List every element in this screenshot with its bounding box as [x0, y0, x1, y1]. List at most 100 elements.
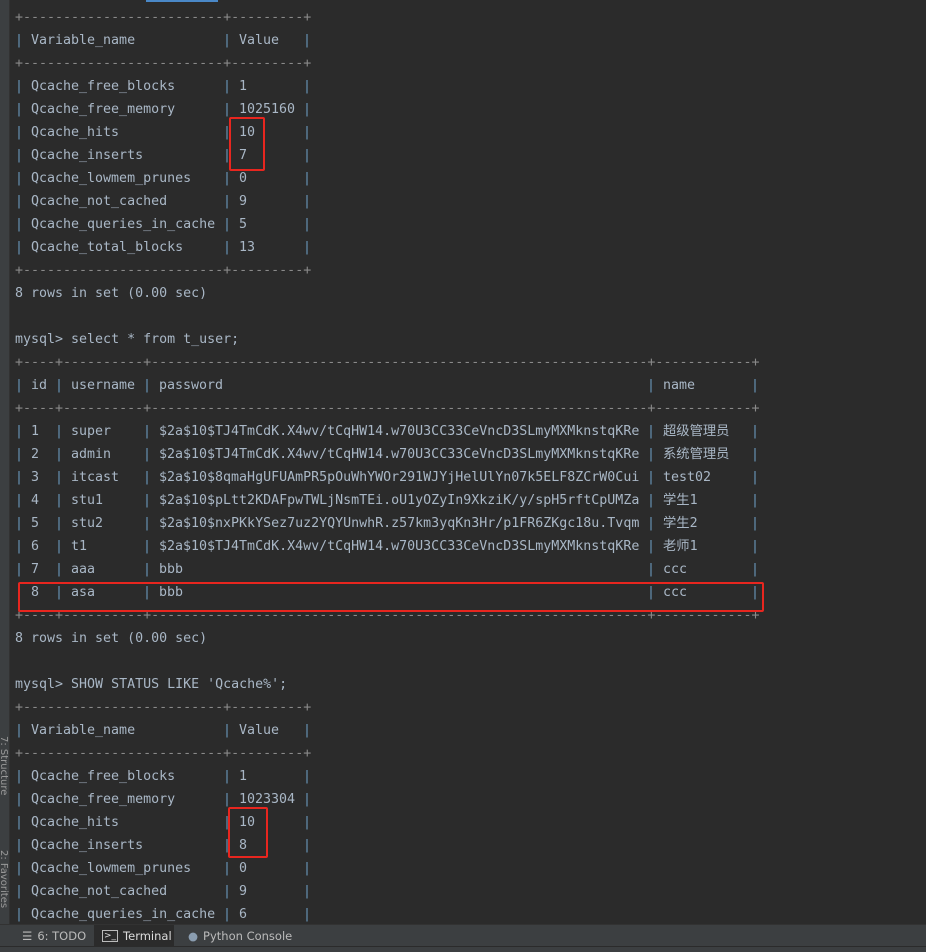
- table-cell: $2a$10$pLtt2KDAFpwTWLjNsmTEi.oU1yOZyIn9X…: [159, 493, 640, 508]
- column-separator: |: [223, 769, 232, 784]
- table-cell: name: [663, 378, 696, 393]
- column-separator: |: [15, 148, 24, 163]
- table-cell: username: [71, 378, 136, 393]
- column-separator: |: [143, 378, 152, 393]
- column-separator: |: [15, 769, 24, 784]
- column-separator: |: [55, 424, 64, 439]
- column-separator: |: [303, 102, 312, 117]
- column-separator: |: [751, 424, 760, 439]
- table-cell: 5: [31, 516, 40, 531]
- column-separator: |: [647, 539, 656, 554]
- table-cell: ccc: [663, 562, 688, 577]
- table-cell: t1: [71, 539, 88, 554]
- result-summary: 8 rows in set (0.00 sec): [15, 286, 208, 301]
- table-cell: Qcache_inserts: [31, 838, 144, 853]
- column-separator: |: [303, 723, 312, 738]
- column-separator: |: [15, 516, 24, 531]
- table-cell: 7: [31, 562, 40, 577]
- table-cell: Qcache_free_blocks: [31, 79, 176, 94]
- table-border: +----+----------+-----------------------…: [15, 397, 760, 420]
- favorites-tab[interactable]: 2: Favorites: [0, 850, 9, 908]
- table-cell: 9: [239, 884, 248, 899]
- column-separator: |: [223, 723, 232, 738]
- terminal-tab[interactable]: >_ Terminal: [94, 925, 174, 947]
- column-separator: |: [15, 102, 24, 117]
- table-border: +-------------------------+---------+: [15, 742, 311, 765]
- column-separator: |: [751, 493, 760, 508]
- table-cell: Value: [239, 33, 280, 48]
- table-cell: 学生2: [663, 516, 698, 531]
- column-separator: |: [647, 562, 656, 577]
- table-cell: stu2: [71, 516, 104, 531]
- column-separator: |: [303, 171, 312, 186]
- column-separator: |: [143, 493, 152, 508]
- column-separator: |: [303, 194, 312, 209]
- table-cell: Qcache_queries_in_cache: [31, 907, 216, 922]
- column-separator: |: [15, 723, 24, 738]
- column-separator: |: [303, 240, 312, 255]
- terminal-icon: >_: [102, 930, 119, 942]
- column-separator: |: [303, 861, 312, 876]
- border-line: +-------------------------+---------+: [15, 56, 312, 71]
- table-cell: 4: [31, 493, 40, 508]
- highlight-box-row-8: [18, 582, 764, 612]
- table-cell: 1: [239, 769, 248, 784]
- column-separator: |: [303, 884, 312, 899]
- table-cell: 超级管理员: [663, 424, 730, 439]
- column-separator: |: [751, 447, 760, 462]
- command-line: mysql> select * from t_user;: [15, 332, 240, 347]
- border-line: +----+----------+-----------------------…: [15, 401, 760, 416]
- column-separator: |: [143, 539, 152, 554]
- column-separator: |: [303, 792, 312, 807]
- column-separator: |: [15, 194, 24, 209]
- column-separator: |: [223, 33, 232, 48]
- column-separator: |: [55, 493, 64, 508]
- table-cell: Qcache_lowmem_prunes: [31, 861, 192, 876]
- column-separator: |: [15, 493, 24, 508]
- status-bar: [0, 946, 926, 952]
- table-cell: $2a$10$nxPKkYSez7uz2YQYUnwhR.z57km3yqKn3…: [159, 516, 640, 531]
- column-separator: |: [303, 815, 312, 830]
- table-cell: Qcache_not_cached: [31, 194, 168, 209]
- terminal-tab-label: Terminal: [123, 929, 172, 943]
- todo-tab[interactable]: ☰ 6: TODO: [14, 925, 94, 947]
- column-separator: |: [15, 907, 24, 922]
- list-icon: ☰: [22, 929, 33, 943]
- border-line: +-------------------------+---------+: [15, 746, 312, 761]
- border-line: +-------------------------+---------+: [15, 700, 312, 715]
- table-cell: $2a$10$TJ4TmCdK.X4wv/tCqHW14.w70U3CC33Ce…: [159, 539, 640, 554]
- column-separator: |: [15, 838, 24, 853]
- table-cell: admin: [71, 447, 112, 462]
- table-cell: Variable_name: [31, 723, 136, 738]
- column-separator: |: [55, 470, 64, 485]
- table-cell: id: [31, 378, 48, 393]
- table-cell: 9: [239, 194, 248, 209]
- structure-tab[interactable]: 7: Structure: [0, 736, 9, 795]
- table-cell: Qcache_hits: [31, 125, 120, 140]
- python-console-tab-label: Python Console: [203, 929, 293, 943]
- table-cell: Qcache_queries_in_cache: [31, 217, 216, 232]
- column-separator: |: [647, 424, 656, 439]
- python-icon: ●: [188, 929, 199, 943]
- column-separator: |: [55, 562, 64, 577]
- column-separator: |: [55, 447, 64, 462]
- table-border: +-------------------------+---------+: [15, 52, 311, 75]
- highlight-box-hits-inserts-2: [228, 807, 268, 858]
- table-cell: Qcache_not_cached: [31, 884, 168, 899]
- column-separator: |: [15, 815, 24, 830]
- column-separator: |: [303, 907, 312, 922]
- terminal-output[interactable]: +-------------------------+---------+ | Va…: [15, 0, 926, 924]
- column-separator: |: [647, 378, 656, 393]
- column-separator: |: [143, 470, 152, 485]
- command-line: mysql> SHOW STATUS LIKE 'Qcache%';: [15, 677, 288, 692]
- python-console-tab[interactable]: ● Python Console: [180, 925, 300, 947]
- table-cell: 系统管理员: [663, 447, 730, 462]
- column-separator: |: [751, 539, 760, 554]
- table-cell: 0: [239, 861, 248, 876]
- column-separator: |: [303, 33, 312, 48]
- column-separator: |: [15, 539, 24, 554]
- column-separator: |: [751, 516, 760, 531]
- column-separator: |: [15, 884, 24, 899]
- column-separator: |: [143, 424, 152, 439]
- column-separator: |: [751, 470, 760, 485]
